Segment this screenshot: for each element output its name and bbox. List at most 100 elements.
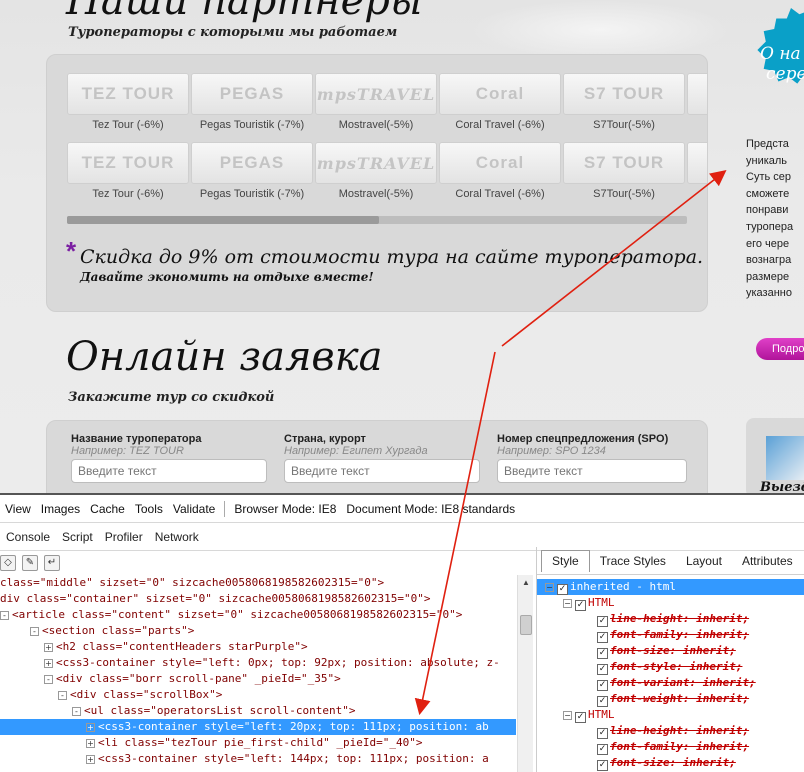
- menu-validate[interactable]: Validate: [168, 502, 220, 516]
- menu-view[interactable]: View: [0, 502, 36, 516]
- form-field-spo: Номер спецпредложения (SPO) Например: SP…: [497, 433, 693, 483]
- dom-node[interactable]: + <li class="tezTour pie_first-child" _pi…: [0, 735, 516, 751]
- operator-caption: S7Tour(-5%): [593, 188, 655, 200]
- spo-input[interactable]: [497, 459, 687, 483]
- partners-scrollbar-thumb[interactable]: [67, 216, 379, 224]
- form-example: Например: Египет Хургада: [284, 445, 428, 457]
- operator-input[interactable]: [71, 459, 267, 483]
- operator-tile[interactable]: PEGAS Pegas Touristik (-7%): [191, 142, 313, 202]
- operator-tile[interactable]: S7 TOUR S7Tour(-5%): [563, 73, 685, 133]
- expand-icon[interactable]: +: [44, 659, 53, 668]
- style-property: font-family: inherit;: [610, 628, 750, 641]
- select-element-icon[interactable]: ◇: [0, 555, 16, 571]
- scroll-up-icon[interactable]: ▲: [518, 575, 534, 591]
- tab-profiler[interactable]: Profiler: [99, 530, 149, 544]
- rule-checkbox[interactable]: ✓: [575, 600, 586, 611]
- scrollbar-thumb[interactable]: [520, 615, 532, 635]
- property-checkbox[interactable]: ✓: [597, 648, 608, 659]
- style-rule[interactable]: − ✓ HTML: [537, 595, 804, 611]
- style-property-row[interactable]: ✓ font-size: inherit;: [537, 755, 804, 771]
- style-property-row[interactable]: ✓ font-style: inherit;: [537, 659, 804, 675]
- operator-tile[interactable]: Intourist: [687, 142, 707, 202]
- document-mode-menu[interactable]: Document Mode: IE8 standards: [341, 502, 520, 516]
- property-checkbox[interactable]: ✓: [597, 744, 608, 755]
- menu-tools[interactable]: Tools: [130, 502, 168, 516]
- style-property-row[interactable]: ✓ font-family: inherit;: [537, 739, 804, 755]
- operator-tile[interactable]: TEZ TOUR Tez Tour (-6%): [67, 73, 189, 133]
- style-property-row[interactable]: ✓ font-size: inherit;: [537, 643, 804, 659]
- operator-tile[interactable]: Coral Coral Travel (-6%): [439, 73, 561, 133]
- partners-subtitle: Туроператоры с которыми мы работаем: [68, 25, 398, 40]
- dom-node[interactable]: - <section class="parts">: [0, 623, 516, 639]
- collapse-icon[interactable]: -: [44, 675, 53, 684]
- property-checkbox[interactable]: ✓: [597, 728, 608, 739]
- tab-network[interactable]: Network: [149, 530, 205, 544]
- dom-node[interactable]: - <div class="scrollBox">: [0, 687, 516, 703]
- operator-tile[interactable]: mpsTRAVEL Mostravel(-5%): [315, 73, 437, 133]
- expand-icon[interactable]: +: [44, 643, 53, 652]
- devtools-menubar: View Images Cache Tools Validate Browser…: [0, 495, 804, 523]
- operator-tile[interactable]: S7 TOUR S7Tour(-5%): [563, 142, 685, 202]
- style-property-row[interactable]: ✓ font-variant: inherit;: [537, 675, 804, 691]
- style-property: font-family: inherit;: [610, 740, 750, 753]
- dom-node[interactable]: class="middle" sizset="0" sizcache005806…: [0, 575, 516, 591]
- operator-tile[interactable]: Coral Coral Travel (-6%): [439, 142, 561, 202]
- collapse-icon[interactable]: -: [72, 707, 81, 716]
- menu-cache[interactable]: Cache: [85, 502, 130, 516]
- collapse-icon[interactable]: -: [30, 627, 39, 636]
- style-property-row[interactable]: ✓ line-height: inherit;: [537, 611, 804, 627]
- side-description: Предста уникаль Суть сер сможете понрави туро…: [746, 136, 804, 336]
- dom-node-text: <div class="borr scroll-pane" _pieId="_3…: [56, 672, 341, 685]
- style-rule[interactable]: − ✓ HTML: [537, 707, 804, 723]
- collapse-icon[interactable]: -: [0, 611, 9, 620]
- property-checkbox[interactable]: ✓: [597, 632, 608, 643]
- expand-icon[interactable]: +: [86, 739, 95, 748]
- operator-tile[interactable]: PEGAS Pegas Touristik (-7%): [191, 73, 313, 133]
- menu-images[interactable]: Images: [36, 502, 85, 516]
- style-property-row[interactable]: ✓ line-height: inherit;: [537, 723, 804, 739]
- style-property-row[interactable]: ✓ font-family: inherit;: [537, 627, 804, 643]
- browser-mode-menu[interactable]: Browser Mode: IE8: [229, 502, 341, 516]
- inherited-header[interactable]: − ✓ inherited - html: [537, 579, 804, 595]
- tab-attributes[interactable]: Attributes: [732, 554, 803, 568]
- property-checkbox[interactable]: ✓: [597, 664, 608, 675]
- property-checkbox[interactable]: ✓: [597, 680, 608, 691]
- dom-node[interactable]: + <css3-container style="left: 144px; top…: [0, 751, 516, 767]
- style-property-row[interactable]: ✓ font-weight: inherit;: [537, 691, 804, 707]
- dom-node[interactable]: + <h2 class="contentHeaders starPurple">: [0, 639, 516, 655]
- dom-tree-scrollbar[interactable]: ▲: [517, 575, 533, 772]
- collapse-icon[interactable]: −: [545, 583, 554, 592]
- operator-tile[interactable]: TEZ TOUR Tez Tour (-6%): [67, 142, 189, 202]
- edit-icon[interactable]: ✎: [22, 555, 38, 571]
- country-input[interactable]: [284, 459, 480, 483]
- property-checkbox[interactable]: ✓: [597, 616, 608, 627]
- expand-icon[interactable]: +: [86, 723, 95, 732]
- property-checkbox[interactable]: ✓: [597, 696, 608, 707]
- dom-node[interactable]: - <article class="content" sizset="0" siz…: [0, 607, 516, 623]
- dom-node[interactable]: div class="container" sizset="0" sizcach…: [0, 591, 516, 607]
- dom-node[interactable]: - <ul class="operatorsList scroll-content…: [0, 703, 516, 719]
- collapse-icon[interactable]: -: [58, 691, 67, 700]
- operator-tile[interactable]: Intourist: [687, 73, 707, 133]
- rule-checkbox[interactable]: ✓: [575, 712, 586, 723]
- tab-style[interactable]: Style: [541, 549, 590, 572]
- style-property: font-variant: inherit;: [610, 676, 756, 689]
- dom-node[interactable]: - <div class="borr scroll-pane" _pieId="_…: [0, 671, 516, 687]
- partners-scrollbar[interactable]: [67, 216, 687, 224]
- operator-tile[interactable]: mpsTRAVEL Mostravel(-5%): [315, 142, 437, 202]
- expand-icon[interactable]: +: [86, 755, 95, 764]
- more-button[interactable]: Подро: [756, 338, 804, 360]
- collapse-icon[interactable]: −: [563, 711, 572, 720]
- tab-script[interactable]: Script: [56, 530, 99, 544]
- tab-layout[interactable]: Layout: [676, 554, 732, 568]
- collapse-icon[interactable]: −: [563, 599, 572, 608]
- dom-node[interactable]: + <css3-container style="left: 0px; top: …: [0, 655, 516, 671]
- style-property: line-height: inherit;: [610, 612, 750, 625]
- property-checkbox[interactable]: ✓: [597, 760, 608, 771]
- tab-console[interactable]: Console: [0, 530, 56, 544]
- rule-checkbox[interactable]: ✓: [557, 584, 568, 595]
- word-wrap-icon[interactable]: ↵: [44, 555, 60, 571]
- tab-trace-styles[interactable]: Trace Styles: [590, 554, 676, 568]
- side-photo-caption: Выезд: [760, 480, 804, 493]
- dom-node[interactable]: + <css3-container style="left: 20px; top:…: [0, 719, 516, 735]
